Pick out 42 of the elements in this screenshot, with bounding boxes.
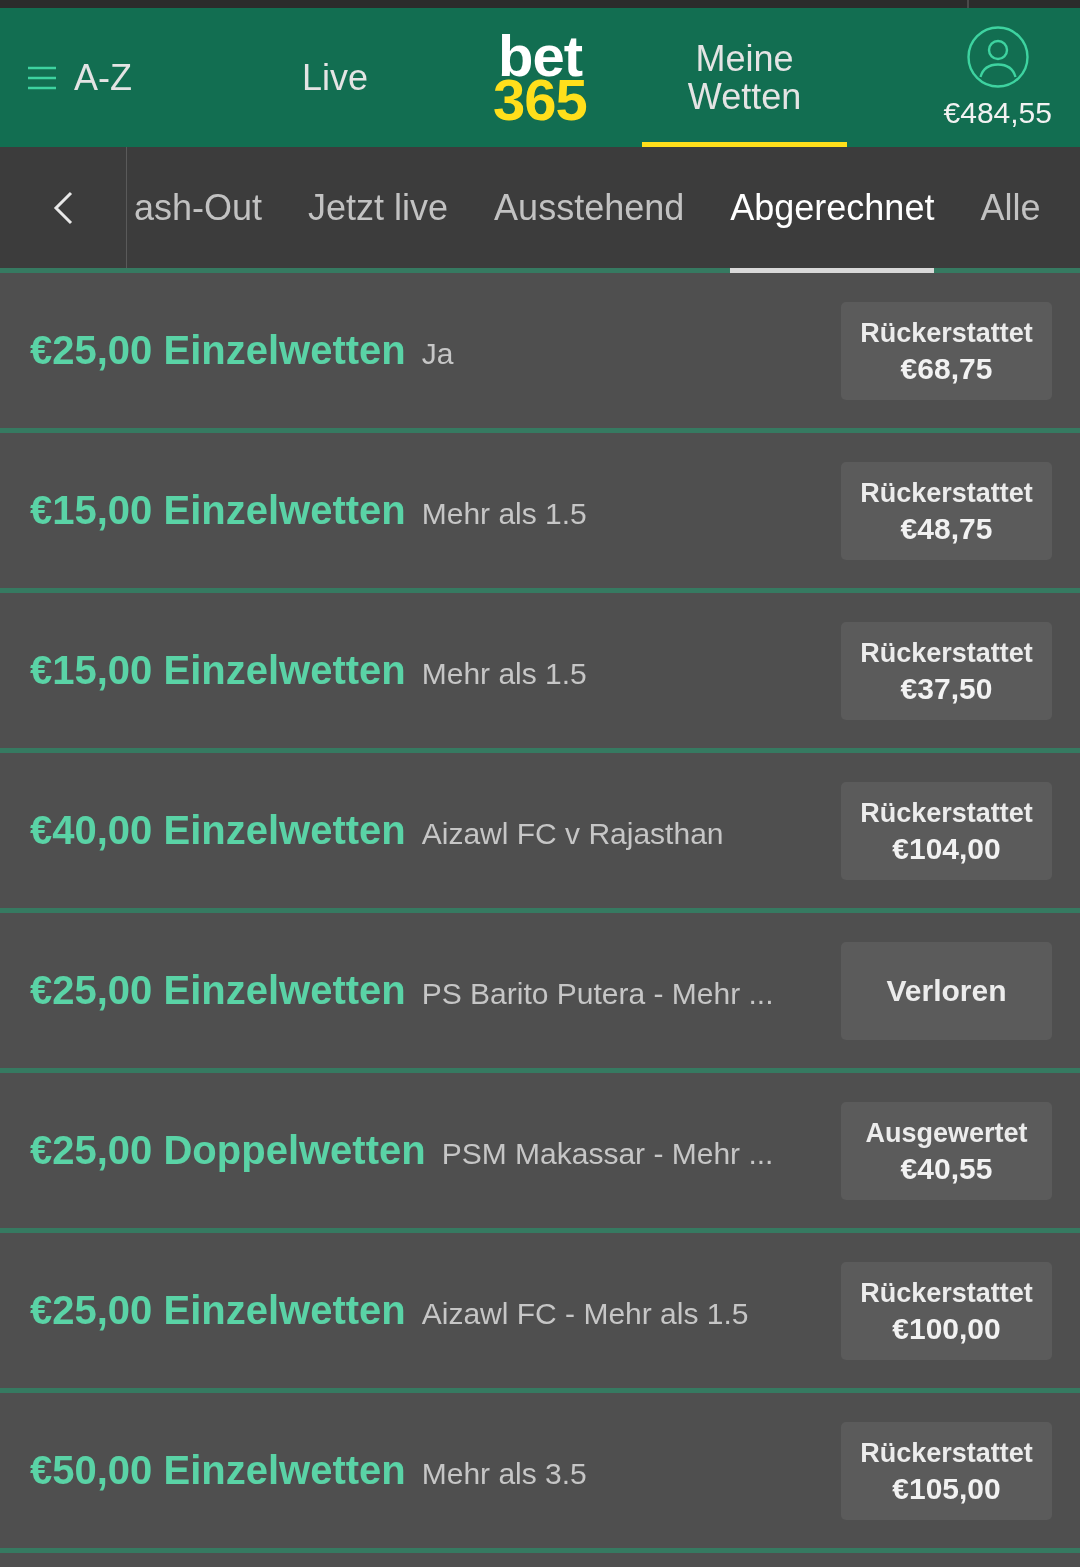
status-label: Rückerstattet	[860, 1276, 1033, 1310]
status-label: Rückerstattet	[860, 636, 1033, 670]
bet-stake: €15,00 Einzelwetten	[30, 488, 406, 533]
menu-icon	[28, 65, 56, 90]
filter-tab[interactable]: Jetzt live	[308, 147, 449, 273]
status-label: Rückerstattet	[860, 796, 1033, 830]
bet-stake: €25,00 Einzelwetten	[30, 1288, 406, 1333]
return-amount: €100,00	[892, 1310, 1001, 1347]
user-icon	[966, 25, 1029, 88]
bet-stake: €50,00 Einzelwetten	[30, 1448, 406, 1493]
return-amount: €37,50	[900, 670, 993, 707]
bet-stake: €25,00 Doppelwetten	[30, 1128, 426, 1173]
bet-selection: Aizawl FC v Rajasthan	[421, 817, 724, 851]
return-amount: €40,55	[900, 1150, 993, 1187]
bet-selection: Mehr als 1.5	[421, 497, 587, 531]
bet-selection: Aizawl FC - Mehr als 1.5	[421, 1297, 749, 1331]
status-label: Rückerstattet	[860, 1436, 1033, 1470]
filter-tab[interactable]: Alle	[980, 147, 1041, 273]
logo[interactable]: bet 365	[493, 33, 587, 122]
bet-selection: Ja	[421, 337, 454, 371]
chevron-left-icon	[53, 190, 73, 225]
bet-selection: PSM Makassar - Mehr ...	[441, 1137, 774, 1171]
return-amount: €68,75	[900, 350, 993, 387]
filter-tab[interactable]: Ausstehend	[494, 147, 685, 273]
status-label: Rückerstattet	[860, 316, 1033, 350]
status-label: Verloren	[886, 972, 1007, 1009]
return-amount: €48,75	[900, 510, 993, 547]
bet-selection: PS Barito Putera - Mehr ...	[421, 977, 774, 1011]
filter-tab[interactable]: ash-Out	[134, 147, 263, 273]
account-button[interactable]: €484,55	[943, 25, 1052, 130]
bet-stake: €15,00 Einzelwetten	[30, 648, 406, 693]
status-label: Ausgewertet	[865, 1116, 1028, 1150]
return-amount: €104,00	[892, 830, 1001, 867]
bet-selection: Mehr als 3.5	[421, 1457, 587, 1491]
bet-stake: €25,00 Einzelwetten	[30, 328, 406, 373]
menu-button[interactable]: A-Z	[28, 56, 132, 99]
bet-stake: €25,00 Einzelwetten	[30, 968, 406, 1013]
bet-stake: €40,00 Einzelwetten	[30, 808, 406, 853]
return-amount: €105,00	[892, 1470, 1001, 1507]
status-label: Rückerstattet	[860, 476, 1033, 510]
bet-selection: Mehr als 1.5	[421, 657, 587, 691]
nav-tab[interactable]: Live	[250, 8, 420, 147]
